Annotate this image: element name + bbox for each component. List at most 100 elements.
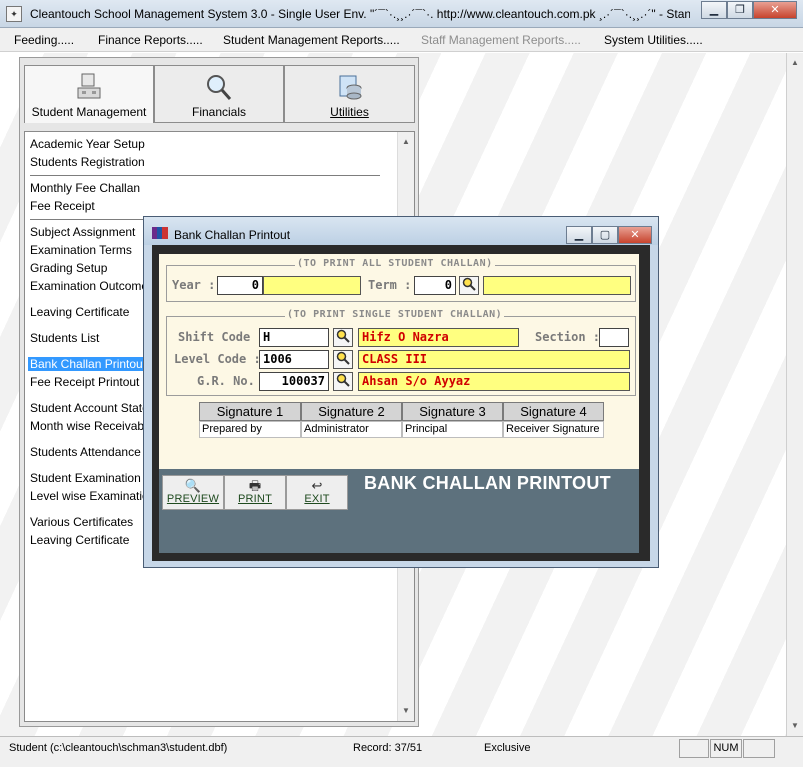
main-titlebar[interactable]: ✦ Cleantouch School Management System 3.…: [0, 0, 803, 28]
list-item[interactable]: Month wise Receivable: [30, 419, 153, 433]
signature-3-header: Signature 3: [402, 402, 503, 421]
tab-student-management[interactable]: Student Management: [24, 65, 154, 123]
status-caps: [679, 739, 709, 758]
signature-1-header: Signature 1: [199, 402, 301, 421]
menu-feeding[interactable]: Feeding.....: [14, 33, 74, 47]
printer-icon: 🖶: [248, 478, 262, 493]
list-item[interactable]: Leaving Certificate: [30, 533, 129, 547]
list-item[interactable]: Student Examination: [30, 471, 141, 485]
print-label: PRINT: [238, 493, 272, 505]
list-item[interactable]: Students List: [30, 331, 99, 345]
window-scrollbar[interactable]: ▲ ▼: [786, 53, 803, 736]
status-bar: Student (c:\cleantouch\schman3\student.d…: [0, 736, 803, 767]
list-item[interactable]: Examination Outcome: [30, 279, 148, 293]
app-logo-icon: ✦: [6, 6, 22, 22]
list-item[interactable]: Various Certificates: [30, 515, 133, 529]
menu-finance-reports[interactable]: Finance Reports.....: [98, 33, 203, 47]
exit-icon: ↩: [311, 478, 323, 493]
section-input[interactable]: [599, 328, 629, 347]
status-scroll: [743, 739, 775, 758]
preview-label: PREVIEW: [166, 493, 220, 505]
signature-4-header: Signature 4: [503, 402, 604, 421]
magnifier-icon: [203, 72, 235, 102]
list-item-selected[interactable]: Bank Challan Printout: [28, 357, 149, 371]
term-input[interactable]: 0: [414, 276, 456, 295]
list-item[interactable]: Monthly Fee Challan: [30, 181, 140, 195]
minimize-button[interactable]: ▁: [566, 226, 592, 244]
list-item[interactable]: Academic Year Setup: [30, 137, 145, 151]
computer-icon: [73, 72, 105, 102]
tab-label: Financials: [191, 105, 247, 119]
print-button[interactable]: 🖶 PRINT: [224, 475, 286, 510]
signature-2-cell[interactable]: Administrator: [301, 421, 402, 438]
group-title: (TO PRINT ALL STUDENT CHALLAN): [295, 258, 495, 269]
signature-4-cell[interactable]: Receiver Signature: [503, 421, 604, 438]
window-title: Cleantouch School Management System 3.0 …: [30, 7, 690, 21]
tab-financials[interactable]: Financials: [154, 65, 284, 123]
list-item[interactable]: Fee Receipt: [30, 199, 95, 213]
dialog-titlebar[interactable]: Bank Challan Printout ▁ ▢ ✕: [144, 217, 658, 245]
level-code-input[interactable]: 1006: [259, 350, 329, 369]
year-label: Year :: [172, 278, 216, 292]
list-item[interactable]: Level wise Examination: [30, 489, 155, 503]
year-input[interactable]: 0: [217, 276, 263, 295]
status-table-path: Student (c:\cleantouch\schman3\student.d…: [9, 742, 228, 754]
shift-code-input[interactable]: H: [259, 328, 329, 347]
signature-1-cell[interactable]: Prepared by: [199, 421, 301, 438]
signature-3-cell[interactable]: Principal: [402, 421, 503, 438]
shift-code-label: Shift Code :: [178, 330, 265, 344]
gr-no-input[interactable]: 100037: [259, 372, 329, 391]
tab-label: Student Management: [31, 105, 147, 119]
books-icon: [152, 227, 168, 239]
preview-button[interactable]: 🔍 PREVIEW: [162, 475, 224, 510]
magnifier-icon: [462, 277, 476, 291]
list-item[interactable]: Grading Setup: [30, 261, 107, 275]
form-banner: BANK CHALLAN PRINTOUT: [364, 473, 611, 493]
term-description: [483, 276, 631, 295]
minimize-button[interactable]: ▁: [701, 1, 727, 19]
level-description: CLASS III: [358, 350, 630, 369]
status-record: Record: 37/51: [353, 742, 423, 754]
term-lookup-button[interactable]: [459, 276, 479, 295]
dialog-window-controls: ▁ ▢ ✕: [566, 226, 652, 244]
gr-lookup-button[interactable]: [333, 372, 353, 391]
student-name-description: Ahsan S/o Ayyaz: [358, 372, 630, 391]
menu-staff-management-reports[interactable]: Staff Management Reports.....: [421, 33, 581, 47]
list-item[interactable]: Subject Assignment: [30, 225, 135, 239]
close-button[interactable]: ✕: [618, 226, 652, 244]
list-item[interactable]: Examination Terms: [30, 243, 132, 257]
scroll-up-icon[interactable]: ▲: [787, 55, 803, 71]
tab-utilities[interactable]: Utilities: [284, 65, 415, 123]
section-label: Section :: [535, 330, 601, 344]
level-lookup-button[interactable]: [333, 350, 353, 369]
list-item[interactable]: Leaving Certificate: [30, 305, 129, 319]
scroll-up-icon[interactable]: ▲: [398, 134, 414, 150]
database-icon: [334, 72, 366, 102]
list-separator: [30, 175, 380, 176]
exit-button[interactable]: ↩ EXIT: [286, 475, 348, 510]
tab-label: Utilities: [330, 105, 369, 119]
menu-bar: Feeding..... Finance Reports..... Studen…: [0, 28, 803, 52]
scroll-down-icon[interactable]: ▼: [787, 718, 803, 734]
window-controls: ▁ ❐ ✕: [701, 1, 797, 19]
level-code-label: Level Code :: [174, 352, 261, 366]
list-item[interactable]: Fee Receipt Printout: [30, 375, 139, 389]
close-button[interactable]: ✕: [753, 1, 797, 19]
menu-student-management-reports[interactable]: Student Management Reports.....: [223, 33, 400, 47]
status-mode: Exclusive: [484, 742, 531, 754]
year-description: [263, 276, 361, 295]
shift-description: Hifz O Nazra: [358, 328, 519, 347]
scroll-down-icon[interactable]: ▼: [398, 703, 414, 719]
restore-button[interactable]: ▢: [592, 226, 618, 244]
magnifier-icon: [336, 329, 350, 343]
dialog-title: Bank Challan Printout: [174, 228, 291, 242]
menu-system-utilities[interactable]: System Utilities.....: [604, 33, 703, 47]
exit-label: EXIT: [304, 493, 330, 505]
preview-icon: 🔍: [184, 478, 202, 493]
signature-2-header: Signature 2: [301, 402, 402, 421]
shift-lookup-button[interactable]: [333, 328, 353, 347]
list-item[interactable]: Students Registration: [30, 155, 145, 169]
term-label: Term :: [368, 278, 412, 292]
list-item[interactable]: Students Attendance: [30, 445, 141, 459]
restore-button[interactable]: ❐: [727, 1, 753, 19]
